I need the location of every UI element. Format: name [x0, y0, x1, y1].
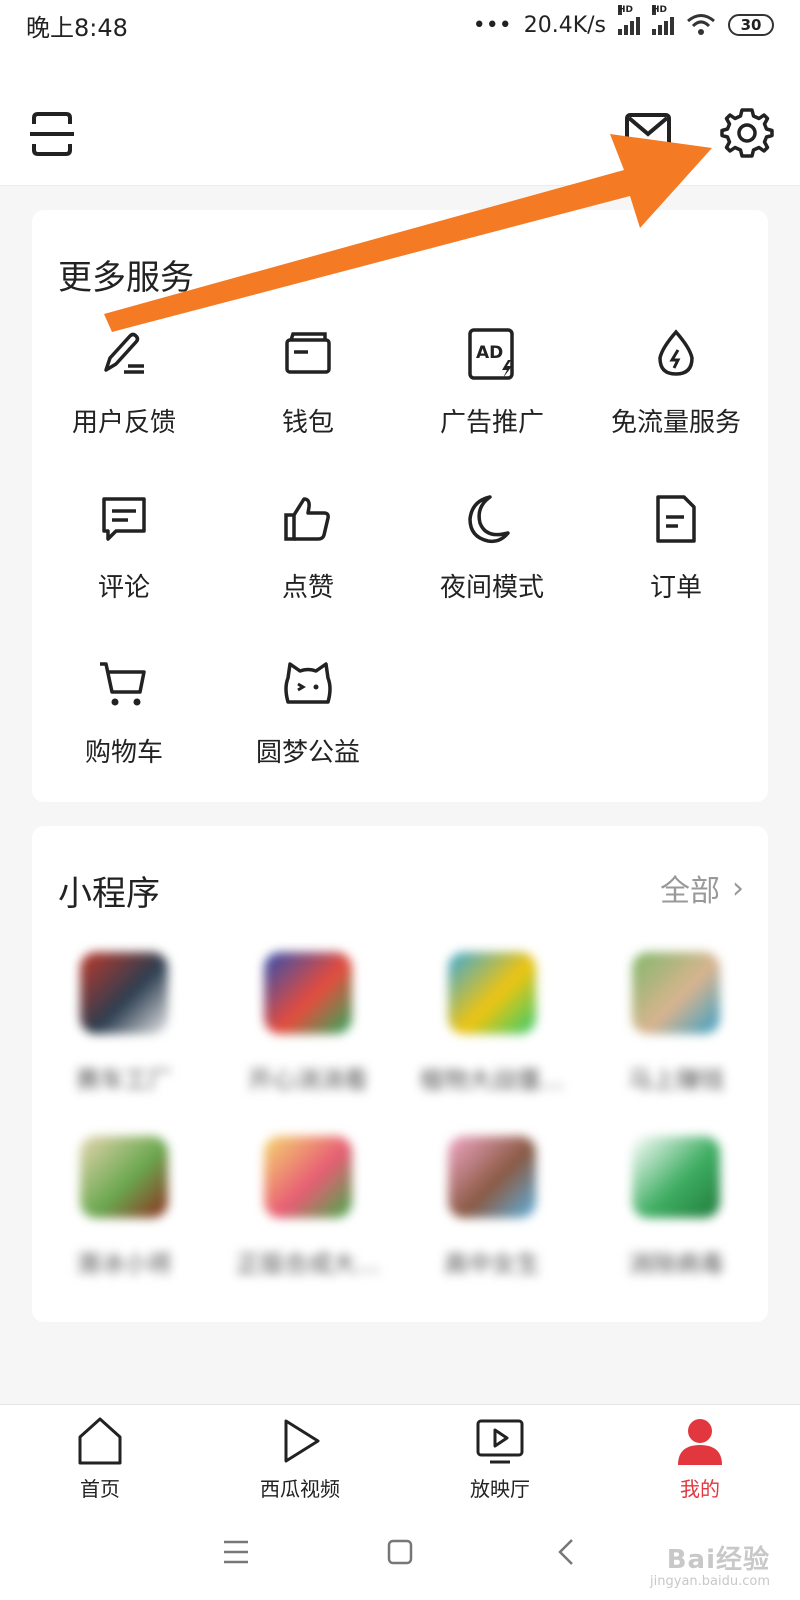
- status-time: 晚上8:48: [26, 13, 128, 42]
- service-wallet[interactable]: 钱包: [216, 328, 400, 493]
- mail-icon[interactable]: [624, 112, 672, 152]
- mini-program-label: 赛车工厂: [76, 1066, 172, 1094]
- square-home-icon[interactable]: [380, 1532, 420, 1572]
- mini-programs-title: 小程序: [58, 874, 160, 914]
- service-label: 购物车: [84, 738, 163, 768]
- service-orders[interactable]: 订单: [584, 493, 768, 658]
- menu-icon[interactable]: [216, 1532, 256, 1572]
- nav-home[interactable]: 首页: [0, 1405, 200, 1505]
- more-services-card: 更多服务 用户反馈 钱包 AD 广告推广 免流量服务 评论 点赞 夜间模式 订单…: [32, 210, 768, 802]
- services-grid: 用户反馈 钱包 AD 广告推广 免流量服务 评论 点赞 夜间模式 订单 购物车 …: [32, 328, 768, 823]
- baidu-jingyan-watermark: Bai经验 jingyan.baidu.com: [650, 1545, 770, 1589]
- status-indicators: ••• 20.4K/s HD HD 30: [472, 5, 774, 38]
- svg-text:AD: AD: [476, 343, 503, 363]
- mini-program-icon: [448, 952, 536, 1034]
- mini-program-icon: [448, 1136, 536, 1218]
- data-drop-icon: [658, 329, 694, 376]
- battery-icon: 30: [728, 14, 774, 36]
- service-cart[interactable]: 购物车: [32, 658, 216, 823]
- mini-program-item[interactable]: 开心消消看: [216, 952, 400, 1136]
- nav-label: 放映厅: [470, 1477, 530, 1501]
- bottom-nav: 首页 西瓜视频 放映厅 我的: [0, 1404, 800, 1504]
- mini-program-label: 正版合成大…: [236, 1250, 380, 1278]
- mini-program-item[interactable]: 正版合成大…: [216, 1136, 400, 1320]
- mini-program-icon: [632, 1136, 720, 1218]
- wifi-icon: [687, 14, 715, 35]
- comment-icon: [102, 497, 146, 541]
- view-all-link[interactable]: 全部 ›: [660, 866, 744, 910]
- home-icon: [78, 1417, 122, 1465]
- mini-program-item[interactable]: 消除病毒: [584, 1136, 768, 1320]
- mini-program-label: 马上赚钱: [628, 1066, 724, 1094]
- play-icon: [284, 1419, 320, 1463]
- chevron-right-icon: ›: [732, 870, 744, 906]
- mini-program-icon: [264, 952, 352, 1034]
- service-label: 圆梦公益: [255, 738, 360, 768]
- tv-play-icon: [476, 1419, 524, 1464]
- signal-icon: HD: [618, 5, 640, 35]
- service-label: 广告推广: [439, 408, 544, 438]
- service-free-data[interactable]: 免流量服务: [584, 328, 768, 493]
- service-label: 评论: [97, 573, 150, 603]
- moon-icon: [468, 495, 510, 544]
- status-bar: 晚上8:48 ••• 20.4K/s HD HD 30: [0, 0, 800, 50]
- mini-program-label: 开心消消看: [248, 1066, 368, 1094]
- mini-program-item[interactable]: 滑冰小将: [32, 1136, 216, 1320]
- service-label: 订单: [649, 573, 702, 603]
- mini-program-icon: [264, 1136, 352, 1218]
- service-label: 点赞: [281, 573, 334, 603]
- mini-program-label: 植物大战僵…: [420, 1066, 564, 1094]
- cat-face-icon: [284, 662, 332, 704]
- mini-program-label: 高中女生: [444, 1250, 540, 1278]
- scan-icon[interactable]: [28, 110, 76, 158]
- order-doc-icon: [656, 495, 696, 543]
- service-label: 用户反馈: [71, 408, 176, 438]
- service-night-mode[interactable]: 夜间模式: [400, 493, 584, 658]
- mini-program-item[interactable]: 马上赚钱: [584, 952, 768, 1136]
- back-icon[interactable]: [548, 1532, 588, 1572]
- nav-xigua-video[interactable]: 西瓜视频: [200, 1405, 400, 1505]
- mini-programs-grid: 赛车工厂 开心消消看 植物大战僵… 马上赚钱滑冰小将 正版合成大… 高中女生 消除病毒: [32, 952, 768, 1320]
- service-label: 钱包: [281, 408, 334, 438]
- service-charity[interactable]: 圆梦公益: [216, 658, 400, 823]
- service-feedback[interactable]: 用户反馈: [32, 328, 216, 493]
- service-label: 夜间模式: [439, 573, 544, 603]
- thumbs-up-icon: [284, 497, 330, 541]
- service-label: 免流量服务: [610, 408, 741, 438]
- nav-mine[interactable]: 我的: [600, 1405, 800, 1505]
- mini-program-label: 消除病毒: [628, 1250, 724, 1278]
- signal-icon-2: HD: [652, 5, 674, 35]
- mini-program-item[interactable]: 植物大战僵…: [400, 952, 584, 1136]
- nav-cinema[interactable]: 放映厅: [400, 1405, 600, 1505]
- service-comment[interactable]: 评论: [32, 493, 216, 658]
- system-nav-bar: Bai经验 jingyan.baidu.com: [0, 1504, 800, 1600]
- user-icon: [678, 1419, 722, 1465]
- nav-label: 我的: [680, 1477, 720, 1501]
- edit-pen-icon: [104, 332, 144, 374]
- gear-icon[interactable]: [720, 106, 774, 160]
- mini-program-item[interactable]: 赛车工厂: [32, 952, 216, 1136]
- nav-label: 西瓜视频: [260, 1477, 340, 1501]
- services-title: 更多服务: [58, 258, 194, 298]
- network-speed: 20.4K/s: [523, 12, 606, 38]
- cart-icon: [100, 662, 146, 706]
- nav-label: 首页: [80, 1477, 120, 1501]
- wallet-icon: [285, 332, 331, 374]
- view-all-label: 全部: [660, 874, 720, 909]
- service-like[interactable]: 点赞: [216, 493, 400, 658]
- mini-program-label: 滑冰小将: [76, 1250, 172, 1278]
- mini-programs-card: 小程序 全部 › 赛车工厂 开心消消看 植物大战僵… 马上赚钱滑冰小将 正版合成大… 高中…: [32, 826, 768, 1322]
- mini-program-item[interactable]: 高中女生: [400, 1136, 584, 1320]
- mini-program-icon: [80, 952, 168, 1034]
- mini-program-icon: [632, 952, 720, 1034]
- mini-program-icon: [80, 1136, 168, 1218]
- service-ad[interactable]: AD 广告推广: [400, 328, 584, 493]
- ad-icon: AD: [468, 328, 514, 380]
- more-dots-icon: •••: [472, 12, 512, 38]
- header: [0, 50, 800, 186]
